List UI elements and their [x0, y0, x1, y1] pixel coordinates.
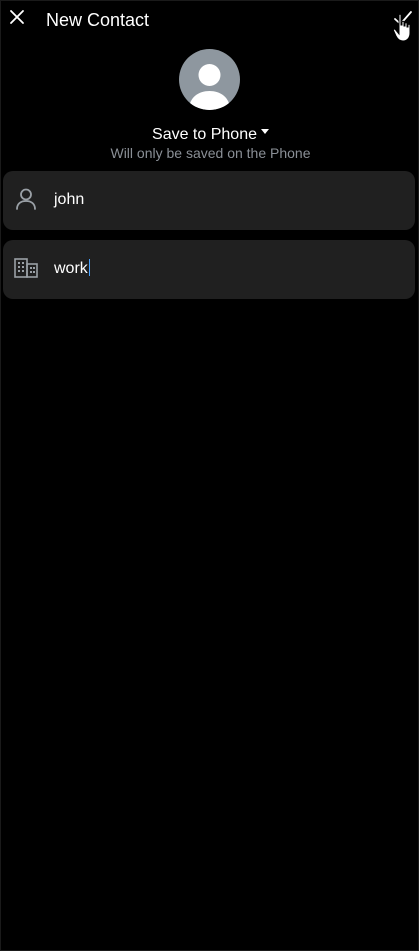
- name-field[interactable]: john: [3, 171, 415, 230]
- top-app-bar: New Contact: [1, 1, 419, 42]
- company-field[interactable]: work: [3, 240, 415, 299]
- close-icon: [10, 10, 24, 24]
- person-icon: [16, 188, 36, 210]
- account-note: Will only be saved on the Phone: [110, 145, 311, 161]
- page-title: New Contact: [46, 10, 150, 30]
- company-input-text: work: [54, 260, 88, 277]
- account-selector-label: Save to Phone: [152, 126, 257, 143]
- close-button[interactable]: [7, 7, 27, 27]
- hand-cursor-icon: [392, 13, 411, 42]
- person-avatar-icon: [189, 64, 230, 110]
- dropdown-caret-icon: [260, 129, 269, 135]
- company-input[interactable]: work: [54, 259, 394, 278]
- building-icon: [14, 258, 38, 278]
- account-selector[interactable]: Save to Phone: [1, 126, 419, 144]
- name-input[interactable]: john: [54, 191, 394, 209]
- text-caret: [88, 259, 90, 277]
- contact-avatar[interactable]: [179, 49, 240, 110]
